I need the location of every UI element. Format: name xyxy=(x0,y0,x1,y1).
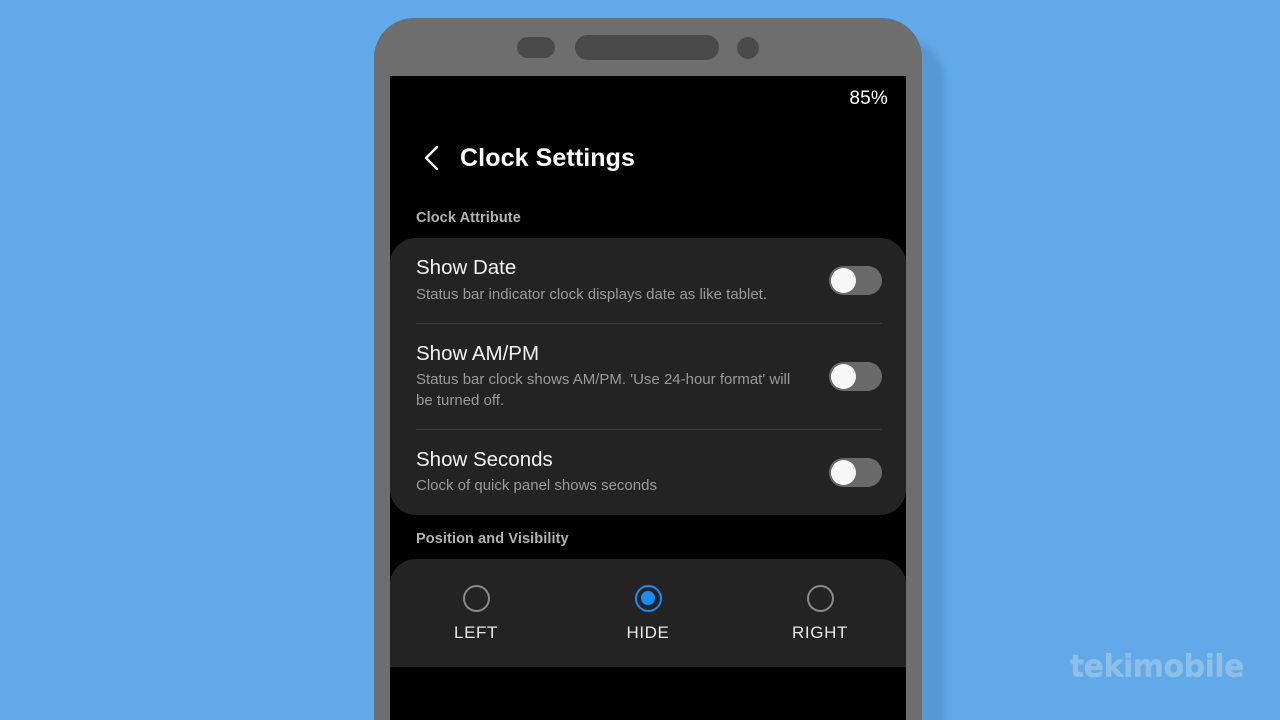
page-title: Clock Settings xyxy=(460,143,636,172)
setting-text-block: Show AM/PM Status bar clock shows AM/PM.… xyxy=(416,342,829,411)
setting-title: Show Date xyxy=(416,256,517,279)
earpiece-speaker-icon xyxy=(575,35,719,60)
phone-top-bezel xyxy=(374,18,922,78)
chevron-left-icon xyxy=(424,145,438,171)
toggle-show-seconds[interactable] xyxy=(829,457,882,487)
position-visibility-card: LEFT HIDE RIGHT xyxy=(390,558,906,667)
toggle-show-am-pm[interactable] xyxy=(829,361,882,391)
app-bar: Clock Settings xyxy=(390,122,906,194)
radio-label-left: LEFT xyxy=(454,622,498,642)
screenshot-canvas: tekimobile 85% Clock Settings Clock Attr… xyxy=(0,0,1280,720)
radio-circle-left[interactable] xyxy=(462,584,490,612)
toggle-show-date[interactable] xyxy=(829,265,882,295)
clock-attribute-card: Show Date Status bar indicator clock dis… xyxy=(390,238,906,515)
radio-label-hide: HIDE xyxy=(626,622,670,642)
section-header-clock-attribute: Clock Attribute xyxy=(416,210,521,226)
front-camera-icon xyxy=(737,37,759,59)
toggle-knob xyxy=(831,363,856,389)
radio-option-hide[interactable]: HIDE xyxy=(562,584,734,643)
toggle-knob xyxy=(831,267,856,293)
setting-description: Status bar clock shows AM/PM. 'Use 24-ho… xyxy=(416,371,791,409)
phone-device-frame: 85% Clock Settings Clock Attribute Show … xyxy=(374,18,922,720)
toggle-knob xyxy=(831,459,856,485)
setting-row-show-am-pm[interactable]: Show AM/PM Status bar clock shows AM/PM.… xyxy=(390,324,906,429)
status-bar: 85% xyxy=(390,76,906,122)
radio-dot xyxy=(641,591,655,606)
radio-circle-right[interactable] xyxy=(806,584,834,612)
phone-screen: 85% Clock Settings Clock Attribute Show … xyxy=(390,76,906,720)
tekimobile-watermark: tekimobile xyxy=(1069,649,1245,684)
radio-option-right[interactable]: RIGHT xyxy=(734,584,906,643)
radio-option-left[interactable]: LEFT xyxy=(390,584,562,643)
setting-title: Show AM/PM xyxy=(416,341,540,365)
setting-text-block: Show Date Status bar indicator clock dis… xyxy=(416,256,829,305)
back-button[interactable] xyxy=(416,141,446,175)
radio-circle-hide[interactable] xyxy=(634,584,662,612)
position-radio-group: LEFT HIDE RIGHT xyxy=(390,559,906,667)
proximity-sensor-icon xyxy=(517,37,555,58)
setting-text-block: Show Seconds Clock of quick panel shows … xyxy=(416,448,829,497)
section-header-position-and-visibility: Position and Visibility xyxy=(416,530,569,547)
setting-row-show-seconds[interactable]: Show Seconds Clock of quick panel shows … xyxy=(390,430,906,515)
setting-description: Status bar indicator clock displays date… xyxy=(416,285,768,303)
setting-row-show-date[interactable]: Show Date Status bar indicator clock dis… xyxy=(390,238,906,323)
battery-percent-label: 85% xyxy=(849,88,888,109)
radio-label-right: RIGHT xyxy=(792,622,848,642)
setting-title: Show Seconds xyxy=(416,447,553,471)
setting-description: Clock of quick panel shows seconds xyxy=(416,477,657,495)
